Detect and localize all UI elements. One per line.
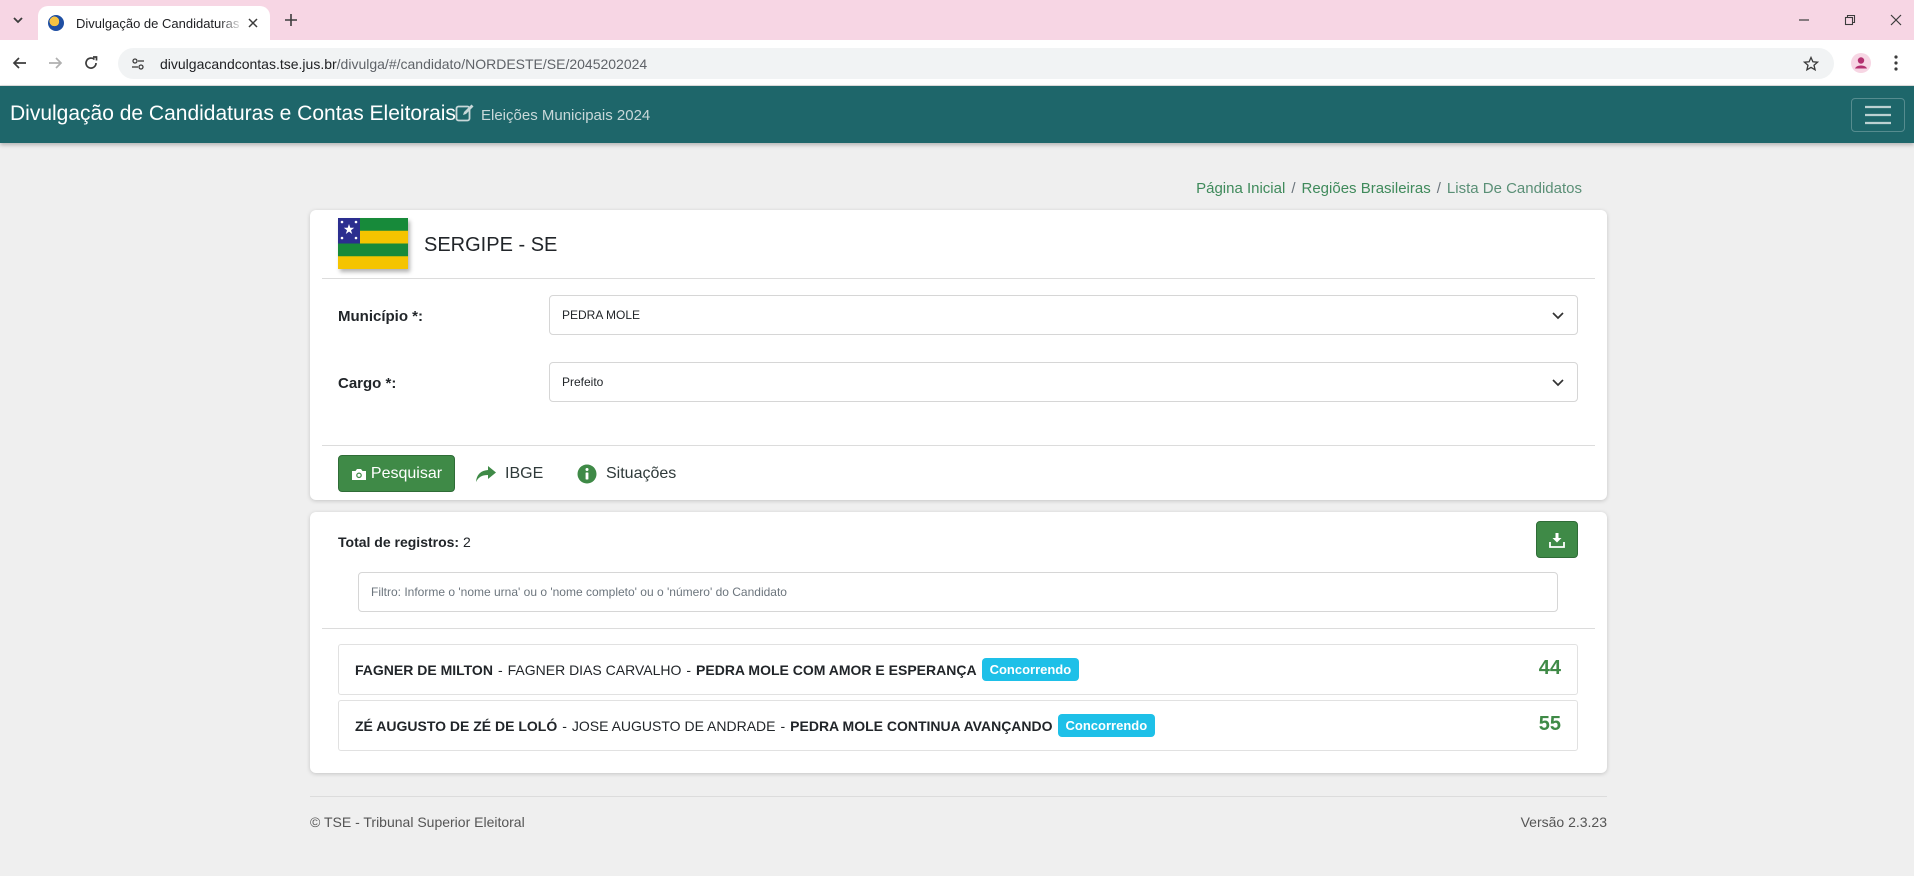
breadcrumb-item-home[interactable]: Página Inicial <box>1196 180 1285 197</box>
results-card: Total de registros: 2 FAGNER DE MILTON-F… <box>310 512 1607 773</box>
divider <box>322 445 1595 446</box>
cargo-select[interactable]: Prefeito <box>549 362 1578 402</box>
cargo-label: Cargo *: <box>338 375 397 392</box>
candidate-number: 55 <box>1538 713 1561 735</box>
candidate-coalition: PEDRA MOLE CONTINUA AVANÇANDO <box>790 717 1053 734</box>
breadcrumb-item-regions[interactable]: Regiões Brasileiras <box>1302 180 1431 197</box>
browser-toolbar: divulgacandcontas.tse.jus.br/divulga/#/c… <box>0 40 1914 86</box>
candidate-row[interactable]: ZÉ AUGUSTO DE ZÉ DE LOLÓ - JOSE AUGUSTO DE… <box>338 700 1578 751</box>
tab-title: Divulgação de Candidaturas e C <box>76 15 244 31</box>
candidate-number: 44 <box>1538 657 1561 679</box>
breadcrumb: Página Inicial / Regiões Brasileiras / Lista… <box>1196 180 1582 197</box>
total-records-label: Total de registros: <box>338 534 460 550</box>
candidate-filter-input[interactable] <box>358 572 1558 612</box>
url-text: divulgacandcontas.tse.jus.br/divulga/#/c… <box>160 56 647 72</box>
minimize-window-icon[interactable] <box>1792 8 1816 32</box>
ibge-link[interactable]: IBGE <box>475 460 543 488</box>
tab-search-chevron-icon[interactable] <box>6 8 30 32</box>
address-bar[interactable]: divulgacandcontas.tse.jus.br/divulga/#/c… <box>118 48 1834 79</box>
candidate-coalition: PEDRA MOLE COM AMOR E ESPERANÇA <box>696 661 977 678</box>
edit-pencil-icon <box>455 103 475 123</box>
restore-window-icon[interactable] <box>1838 8 1862 32</box>
breadcrumb-separator: / <box>1436 180 1441 197</box>
footer-divider <box>310 796 1607 797</box>
divider <box>322 628 1595 629</box>
chevron-down-icon <box>1551 375 1565 389</box>
candidate-full-name: FAGNER DIAS CARVALHO <box>507 661 682 678</box>
state-title: SERGIPE - SE <box>424 234 558 256</box>
cargo-selected-value: Prefeito <box>562 375 604 389</box>
back-arrow-icon[interactable] <box>8 51 32 75</box>
sergipe-flag-icon <box>338 218 408 269</box>
election-label: Eleições Municipais 2024 <box>481 107 651 124</box>
hamburger-menu-icon <box>1865 105 1891 125</box>
new-tab-plus-icon[interactable] <box>279 8 303 32</box>
share-arrow-icon <box>475 464 497 484</box>
tse-favicon-icon <box>48 15 64 31</box>
profile-avatar-icon[interactable] <box>1849 51 1873 75</box>
total-records: Total de registros: 2 <box>338 534 471 550</box>
footer-version: Versão 2.3.23 <box>1520 814 1607 830</box>
forward-arrow-icon[interactable] <box>43 51 67 75</box>
reload-icon[interactable] <box>79 51 103 75</box>
candidate-row[interactable]: FAGNER DE MILTON - FAGNER DIAS CARVALHO - PE… <box>338 644 1578 695</box>
site-info-tune-icon[interactable] <box>130 56 146 72</box>
municipio-selected-value: PEDRA MOLE <box>562 308 641 322</box>
footer-copyright: © TSE - Tribunal Superior Eleitoral <box>310 814 525 830</box>
municipio-select[interactable]: PEDRA MOLE <box>549 295 1578 335</box>
candidate-urn-name: ZÉ AUGUSTO DE ZÉ DE LOLÓ <box>355 717 558 734</box>
browser-tab-active[interactable]: Divulgação de Candidaturas e C <box>38 6 270 40</box>
browser-tab-bar: Divulgação de Candidaturas e C <box>0 0 1914 40</box>
navbar-toggle-button[interactable] <box>1851 98 1905 132</box>
brand-title[interactable]: Divulgação de Candidaturas e Contas Elei… <box>10 102 456 126</box>
breadcrumb-separator: / <box>1291 180 1296 197</box>
search-card: SERGIPE - SE Município *: PEDRA MOLE Car… <box>310 210 1607 500</box>
bookmark-star-icon[interactable] <box>1802 55 1820 73</box>
status-badge: Concorrendo <box>981 658 1080 681</box>
total-records-value: 2 <box>462 534 471 550</box>
search-button[interactable]: Pesquisar <box>338 455 455 492</box>
status-badge: Concorrendo <box>1057 714 1156 737</box>
situacoes-link[interactable]: Situações <box>576 460 676 488</box>
municipio-label: Município *: <box>338 308 423 325</box>
breadcrumb-item-current: Lista De Candidatos <box>1446 180 1582 197</box>
info-circle-icon <box>576 464 598 484</box>
download-icon <box>1549 532 1565 548</box>
search-button-label: Pesquisar <box>370 464 443 482</box>
divider <box>322 278 1595 279</box>
situacoes-label: Situações <box>606 465 677 482</box>
close-window-icon[interactable] <box>1884 8 1908 32</box>
url-host: divulgacandcontas.tse.jus.br <box>160 55 337 72</box>
candidate-urn-name: FAGNER DE MILTON <box>355 661 493 678</box>
camera-icon <box>351 468 366 480</box>
url-path: /divulga/#/candidato/NORDESTE/SE/2045202… <box>336 55 648 72</box>
chevron-down-icon <box>1551 308 1565 322</box>
candidate-full-name: JOSE AUGUSTO DE ANDRADE <box>571 717 776 734</box>
browser-menu-kebab-icon[interactable] <box>1884 51 1908 75</box>
download-button[interactable] <box>1536 521 1578 558</box>
close-tab-icon[interactable] <box>244 14 262 32</box>
app-navbar: Divulgação de Candidaturas e Contas Elei… <box>0 86 1914 143</box>
ibge-label: IBGE <box>505 465 544 482</box>
